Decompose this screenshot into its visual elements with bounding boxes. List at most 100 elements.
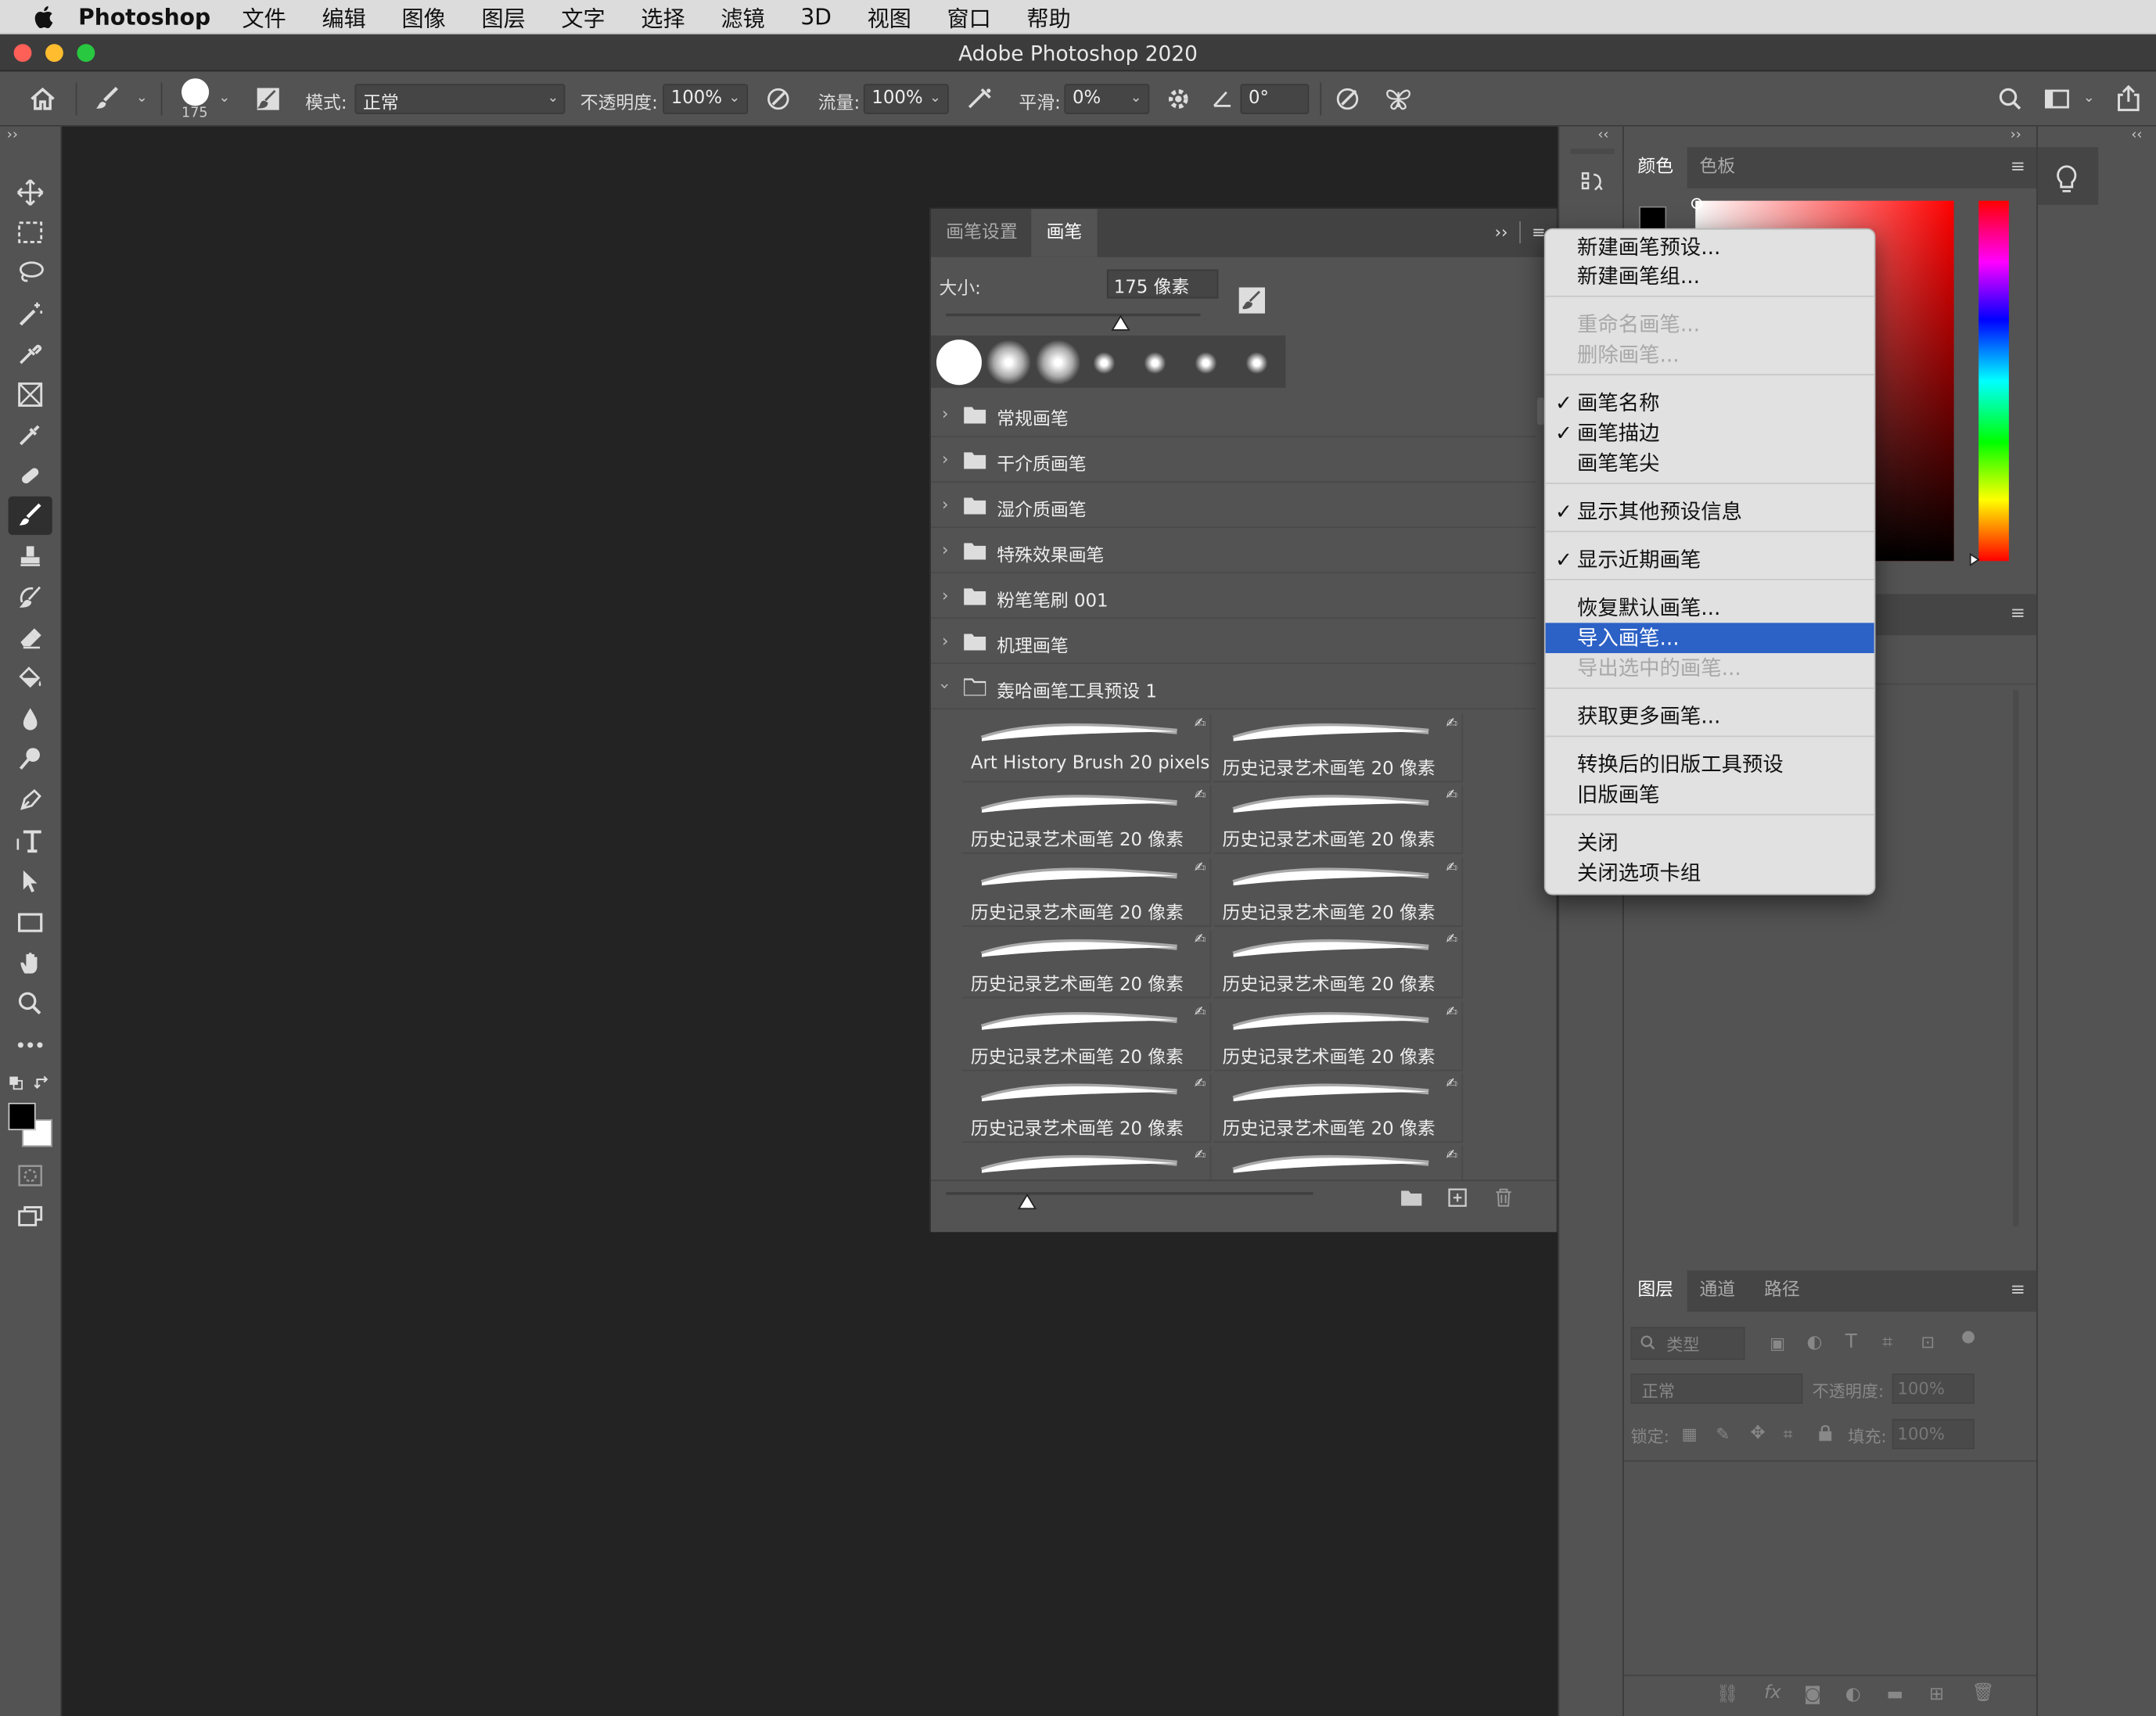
type-tool-icon[interactable] (9, 822, 52, 860)
brush-preset-cell[interactable]: ✍ 历史记录艺术画笔 20 像素 (962, 1074, 1212, 1143)
apple-menu-icon[interactable] (0, 5, 67, 28)
brush-preset-cell[interactable]: ✍ 历史记录艺术画笔 20 像素 (962, 857, 1212, 927)
pressure-opacity-icon[interactable] (762, 84, 795, 114)
menu-layer[interactable]: 图层 (464, 0, 544, 33)
healing-brush-tool-icon[interactable] (9, 457, 52, 495)
size-slider-track[interactable] (946, 313, 1201, 317)
magic-wand-tool-icon[interactable] (9, 294, 52, 332)
paint-bucket-tool-icon[interactable] (9, 659, 52, 697)
recent-brush-5[interactable] (1144, 352, 1166, 375)
new-layer-icon[interactable]: ⊞ (1929, 1685, 1944, 1705)
brush-group-row[interactable]: › 湿介质画笔 (930, 484, 1536, 529)
dodge-tool-icon[interactable] (9, 740, 52, 778)
rectangle-tool-icon[interactable] (9, 903, 52, 942)
new-group-icon[interactable]: ▬ (1887, 1685, 1904, 1705)
menu-item[interactable]: 恢复默认画笔... (1546, 593, 1874, 623)
tab-color[interactable]: 颜色 (1623, 147, 1687, 188)
brush-preset-cell[interactable]: ✍ 历史记录艺术画笔 20 像素 (1214, 1001, 1464, 1071)
recent-brush-2[interactable] (986, 339, 1032, 386)
path-selection-tool-icon[interactable] (9, 862, 52, 900)
add-mask-icon[interactable]: ◙ (1804, 1685, 1821, 1705)
symmetry-butterfly-icon[interactable] (1382, 84, 1414, 114)
layer-opacity-input[interactable]: 100% (1892, 1373, 1975, 1404)
opacity-chevron-icon[interactable]: ⌄ (729, 91, 741, 106)
filter-adjustment-icon[interactable]: ◐ (1807, 1333, 1823, 1353)
more-tools-icon[interactable] (9, 1025, 52, 1064)
screen-mode-icon[interactable] (9, 1196, 52, 1234)
layer-fill-input[interactable]: 100% (1892, 1419, 1975, 1449)
move-tool-icon[interactable] (9, 174, 52, 212)
adjustment-layer-icon[interactable]: ◐ (1845, 1685, 1861, 1705)
brush-preset-cell[interactable]: ✍ Art History Brush 20 pixels (962, 713, 1212, 783)
lock-pixels-icon[interactable]: ✎ (1716, 1424, 1730, 1444)
filter-smart-object-icon[interactable]: ⊡ (1921, 1333, 1935, 1352)
menu-item[interactable]: 转换后的旧版工具预设 (1546, 749, 1874, 780)
recent-brush-7[interactable] (1245, 352, 1268, 375)
smoothing-chevron-icon[interactable]: ⌄ (1130, 91, 1142, 106)
lock-position-icon[interactable]: ✥ (1750, 1423, 1765, 1444)
expand-tools-icon[interactable]: ›› (7, 127, 18, 142)
menu-item[interactable]: 画笔笔尖 (1546, 448, 1874, 479)
layers-panel-menu-icon[interactable]: ≡ (2010, 1280, 2025, 1301)
new-brush-icon[interactable] (1448, 1188, 1468, 1208)
color-picker-cursor[interactable] (1691, 198, 1702, 210)
brush-group-row[interactable]: › 常规画笔 (930, 393, 1536, 438)
link-layers-icon[interactable]: ⛓ (1716, 1685, 1739, 1705)
recent-brush-1[interactable] (936, 339, 982, 386)
menu-filter[interactable]: 滤镜 (703, 0, 783, 33)
lock-all-icon[interactable] (1818, 1424, 1833, 1441)
brush-group-row[interactable]: › 干介质画笔 (930, 439, 1536, 483)
toggle-brush-settings-icon[interactable] (252, 84, 285, 114)
filter-shape-icon[interactable]: ⌗ (1882, 1333, 1892, 1353)
pressure-size-icon[interactable] (1331, 84, 1364, 114)
menu-select[interactable]: 选择 (623, 0, 703, 33)
recent-brush-4[interactable] (1093, 352, 1116, 375)
home-icon[interactable] (25, 82, 61, 115)
airbrush-icon[interactable] (962, 84, 998, 114)
middle-panel-menu-icon[interactable]: ≡ (2010, 604, 2025, 624)
preview-size-slider[interactable] (946, 1192, 1313, 1195)
menu-item[interactable]: ✓ 显示近期画笔 (1546, 544, 1874, 575)
menu-item[interactable]: 旧版画笔 (1546, 780, 1874, 810)
hue-slider-handle[interactable] (1969, 552, 1980, 567)
lock-transparent-icon[interactable]: ▦ (1682, 1424, 1698, 1444)
quick-mask-icon[interactable] (9, 1156, 52, 1194)
tab-channels[interactable]: 通道 (1686, 1270, 1749, 1312)
tab-brush-settings[interactable]: 画笔设置 (931, 209, 1033, 257)
tab-swatches[interactable]: 色板 (1686, 147, 1749, 188)
menu-edit[interactable]: 编辑 (304, 0, 384, 33)
tab-brushes[interactable]: 画笔 (1031, 209, 1098, 257)
flow-chevron-icon[interactable]: ⌄ (929, 91, 941, 106)
brush-group-row-expanded[interactable]: › 轰哈画笔工具预设 1 (930, 666, 1536, 710)
tab-layers[interactable]: 图层 (1623, 1270, 1687, 1312)
middle-panel-scrollbar[interactable] (2013, 690, 2019, 1227)
history-panel-icon[interactable] (1575, 165, 1611, 201)
collapse-panel-icon[interactable]: ›› (1495, 223, 1508, 242)
lasso-tool-icon[interactable] (9, 253, 52, 291)
brush-preset-cell[interactable]: ✍ 历史记录艺术画笔 20 像素 (962, 1001, 1212, 1071)
brush-preset-cell[interactable]: ✍ 历史记录艺术画笔 20 像素 (1214, 713, 1464, 783)
share-icon[interactable] (2112, 82, 2145, 115)
folder-icon[interactable] (1401, 1190, 1422, 1206)
blur-tool-icon[interactable] (9, 700, 52, 738)
brush-list-scrollbar[interactable] (1537, 397, 1544, 425)
eraser-tool-icon[interactable] (9, 619, 52, 657)
tab-paths[interactable]: 路径 (1750, 1270, 1813, 1312)
workspace-chevron-icon[interactable]: ⌄ (2083, 91, 2095, 106)
swap-colors-icon[interactable] (34, 1075, 51, 1090)
recent-brush-6[interactable] (1195, 352, 1217, 375)
brush-group-row[interactable]: › 机理画笔 (930, 620, 1536, 665)
lock-artboard-icon[interactable]: ⌗ (1784, 1424, 1793, 1445)
layer-blend-mode-select[interactable]: 正常 (1630, 1373, 1803, 1404)
brush-preset-cell[interactable]: ✍ 历史记录艺术画笔 20 像素 (962, 929, 1212, 999)
brush-group-row[interactable]: › 特殊效果画笔 (930, 530, 1536, 574)
brush-preview-icon[interactable] (181, 78, 210, 106)
menu-type[interactable]: 文字 (544, 0, 623, 33)
fx-icon[interactable]: fx (1764, 1683, 1781, 1703)
menu-item[interactable]: 关闭 (1546, 827, 1874, 858)
collapse-strip-icon[interactable]: ‹‹ (1597, 127, 1608, 142)
eyedropper-tool-icon[interactable] (9, 334, 52, 372)
marquee-tool-icon[interactable] (9, 213, 52, 251)
collapse-dock-icon[interactable]: ‹‹ (2131, 127, 2142, 142)
menu-view[interactable]: 视图 (850, 0, 929, 33)
